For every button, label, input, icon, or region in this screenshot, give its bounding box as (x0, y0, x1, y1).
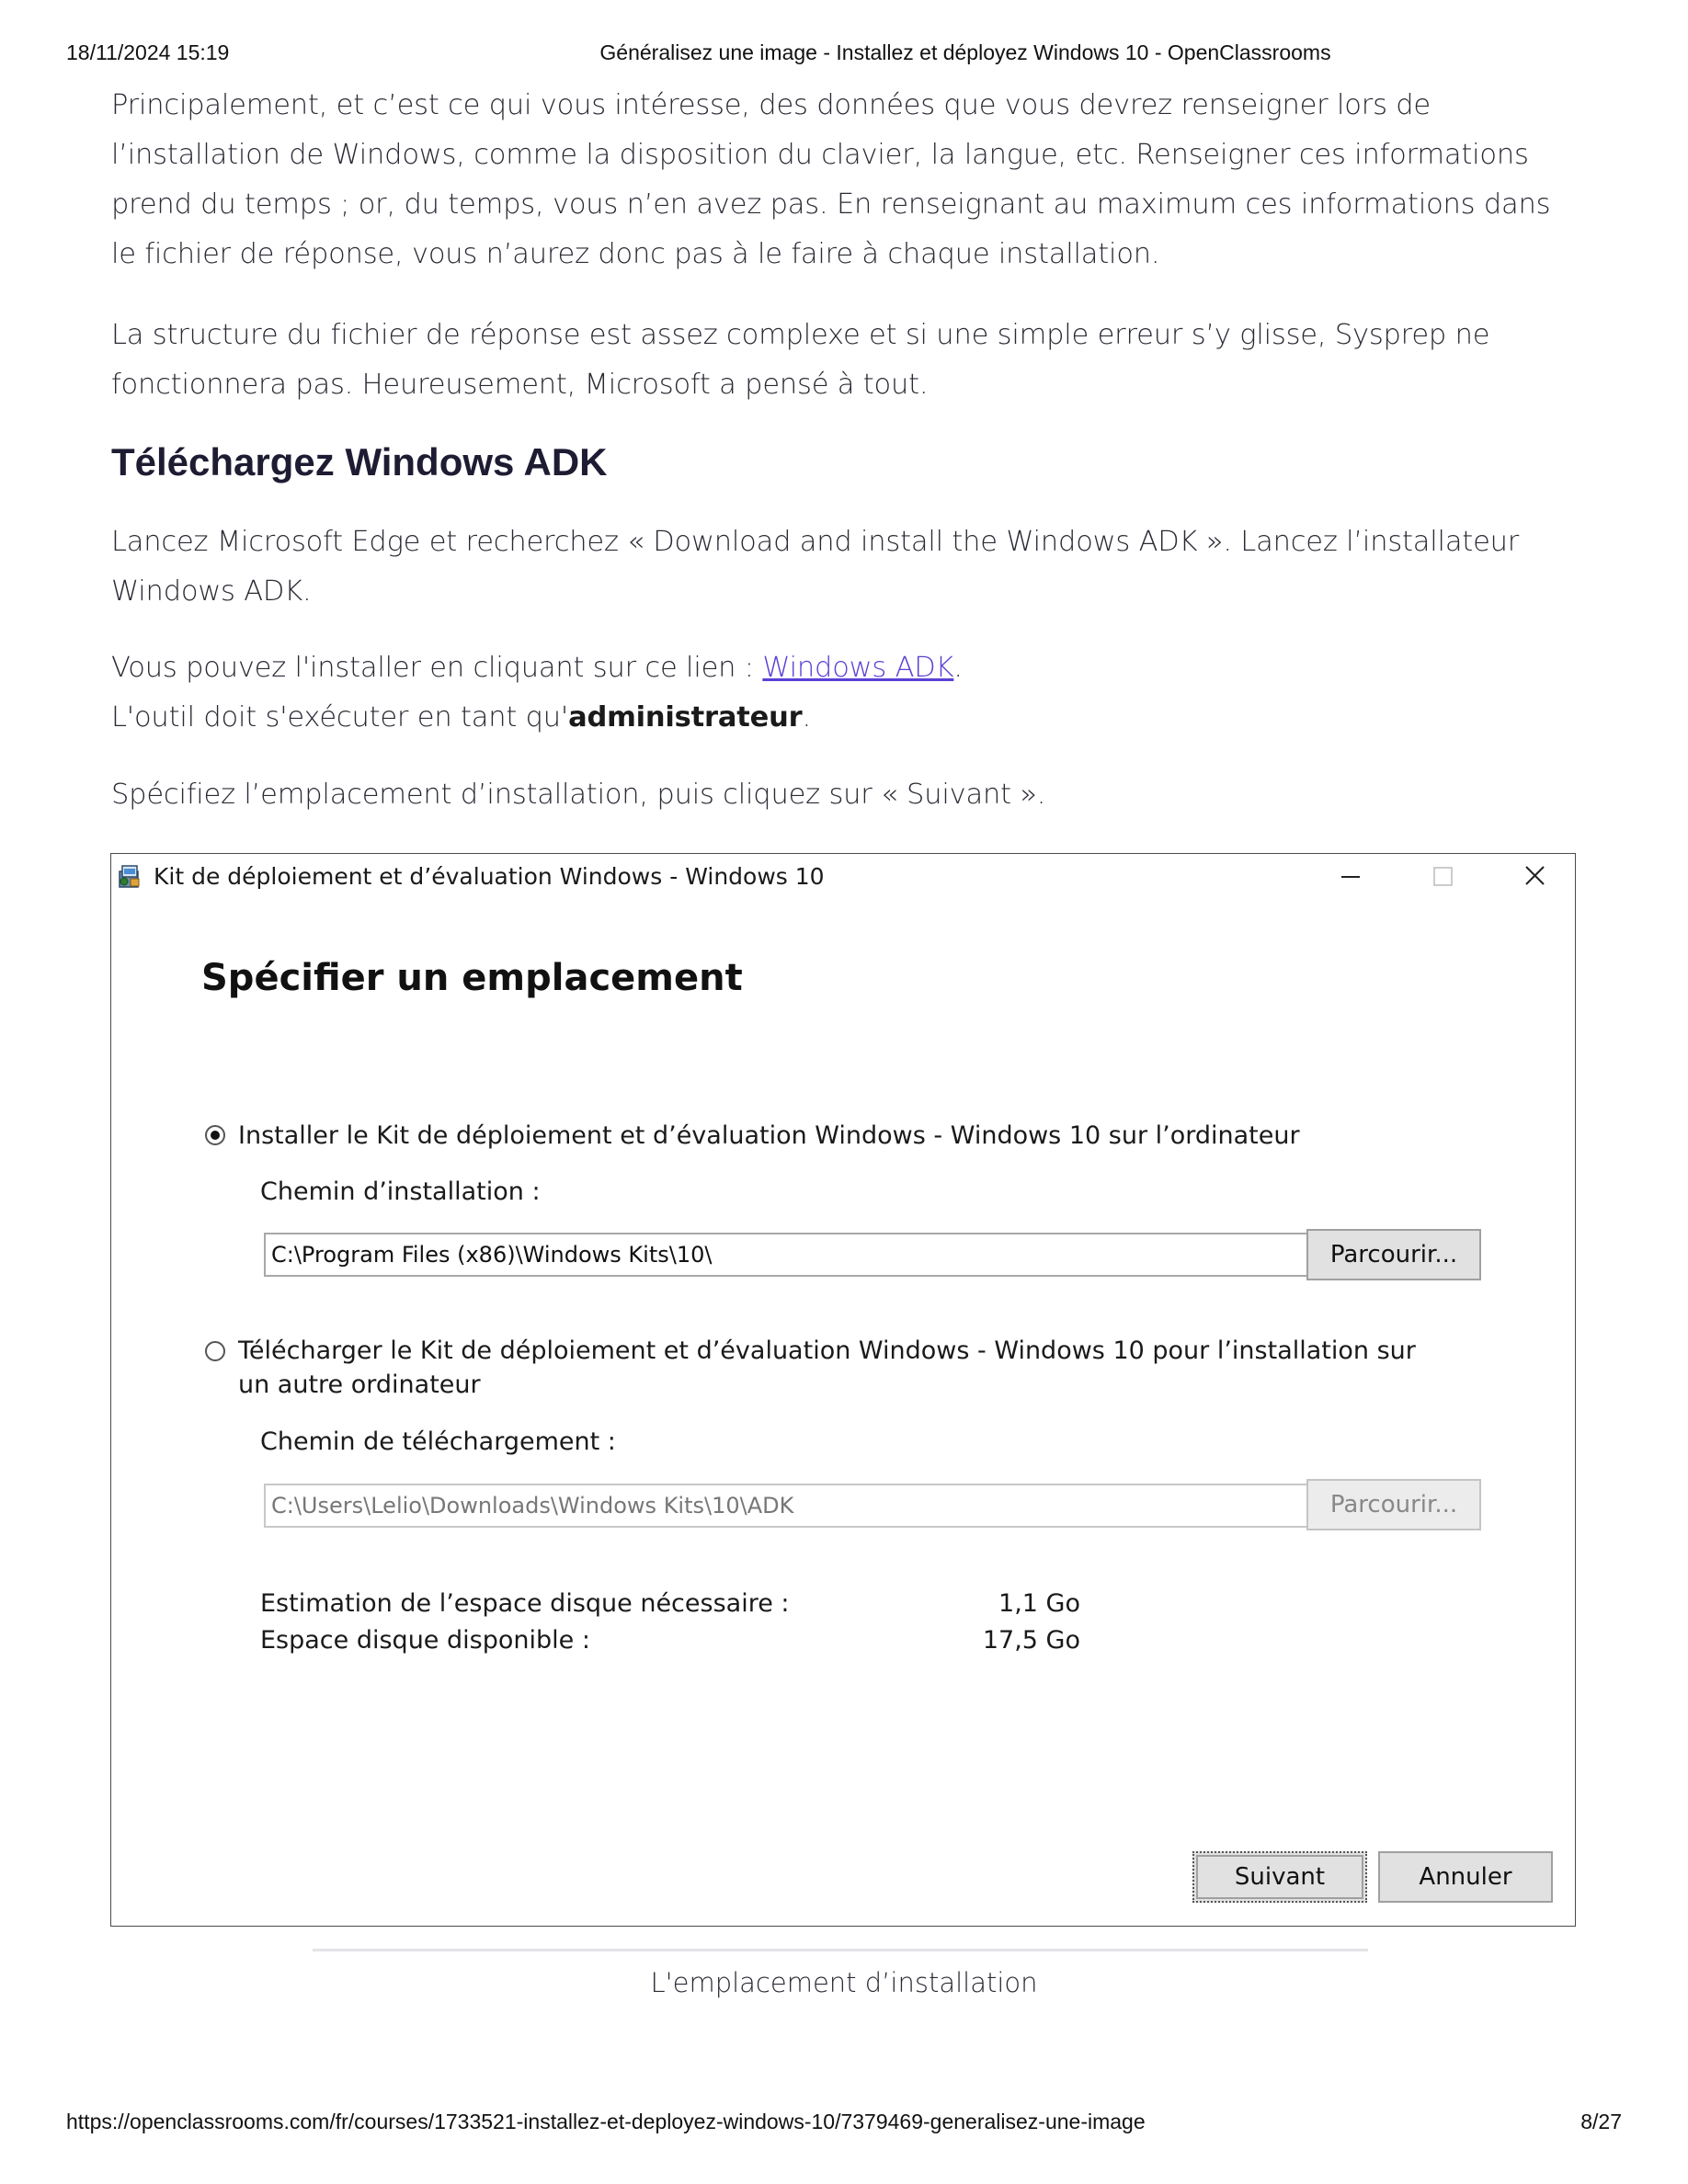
install-link-suffix: . (953, 652, 963, 684)
disk-available-value: 17,5 Go (982, 1626, 1080, 1655)
figure-caption: L'emplacement d’installation (650, 1967, 1038, 1998)
browse-install-path-button[interactable]: Parcourir... (1306, 1229, 1481, 1280)
install-on-computer-label[interactable]: Installer le Kit de déploiement et d’éva… (238, 1119, 1300, 1153)
install-link-prefix: Vous pouvez l'installer en cliquant sur … (111, 652, 763, 684)
cancel-button[interactable]: Annuler (1378, 1851, 1553, 1903)
maximize-icon[interactable] (1424, 861, 1461, 893)
installer-app-icon (119, 865, 140, 888)
caption-divider (313, 1949, 1368, 1951)
print-page-number: 8/27 (1580, 2110, 1622, 2133)
paragraph-specify-location: Spécifiez l’emplacement d’installation, … (111, 779, 1046, 811)
print-page-title: Généralisez une image - Installez et dép… (599, 40, 1331, 64)
adk-installer-dialog-screenshot: Kit de déploiement et d’évaluation Windo… (110, 853, 1576, 1927)
admin-note-suffix: . (802, 701, 811, 734)
windows-adk-link[interactable]: Windows ADK (762, 652, 953, 684)
download-path-input: C:\Users\Lelio\Downloads\Windows Kits\10… (264, 1484, 1398, 1528)
next-button[interactable]: Suivant (1192, 1851, 1367, 1903)
print-url: https://openclassrooms.com/fr/courses/17… (66, 2110, 1146, 2133)
disk-required-value: 1,1 Go (998, 1589, 1080, 1618)
section-heading: Téléchargez Windows ADK (111, 440, 608, 483)
close-icon[interactable] (1516, 861, 1553, 893)
paragraph-answer-file-structure: La structure du fichier de réponse est a… (111, 319, 1490, 401)
disk-required-label: Estimation de l’espace disque nécessaire… (260, 1589, 790, 1618)
print-header: 18/11/2024 15:19 Généralisez une image -… (0, 40, 1688, 74)
minimize-icon[interactable] (1332, 861, 1369, 893)
install-path-label: Chemin d’installation : (260, 1177, 541, 1206)
dialog-titlebar: Kit de déploiement et d’évaluation Windo… (111, 854, 1575, 902)
admin-note-prefix: L'outil doit s'exécuter en tant qu' (111, 701, 569, 734)
dialog-heading: Spécifier un emplacement (201, 957, 743, 999)
disk-available-label: Espace disque disponible : (260, 1626, 590, 1655)
install-path-input[interactable]: C:\Program Files (x86)\Windows Kits\10\ (264, 1233, 1398, 1277)
install-on-computer-radio[interactable] (205, 1125, 225, 1145)
paragraph-install-link: Vous pouvez l'installer en cliquant sur … (111, 643, 1582, 743)
radio-selected-dot (211, 1131, 220, 1140)
download-for-other-computer-radio[interactable] (205, 1341, 225, 1361)
paragraph-launch-edge: Lancez Microsoft Edge et recherchez « Do… (111, 526, 1520, 608)
admin-note-bold: administrateur (568, 701, 803, 734)
dialog-window-title: Kit de déploiement et d’évaluation Windo… (154, 863, 825, 890)
paragraph-answer-file-data: Principalement, et c’est ce qui vous int… (111, 89, 1551, 270)
browse-download-path-button: Parcourir... (1306, 1479, 1481, 1530)
download-for-other-computer-label[interactable]: Télécharger le Kit de déploiement et d’é… (238, 1334, 1433, 1402)
download-path-label: Chemin de téléchargement : (260, 1428, 616, 1456)
